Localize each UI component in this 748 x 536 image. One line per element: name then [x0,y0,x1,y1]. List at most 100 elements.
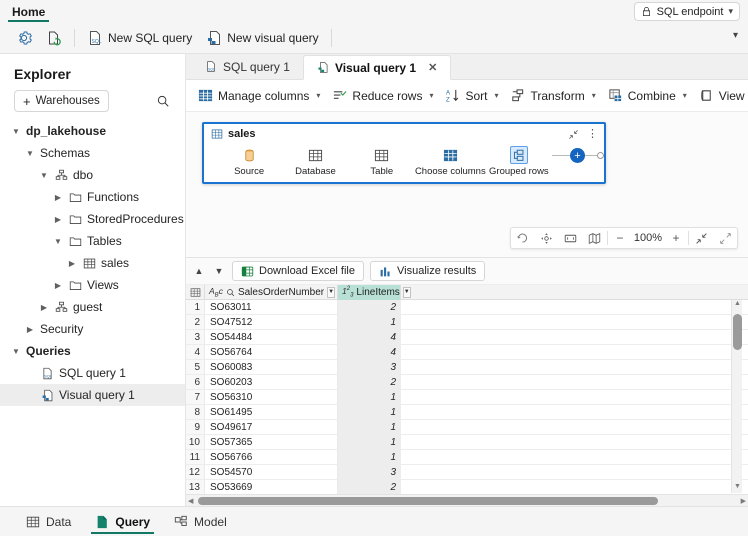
status-tab-data[interactable]: Data [22,508,75,536]
query-canvas[interactable]: sales ⋮ Source Database Table Choose col… [186,112,748,257]
add-warehouses-button[interactable]: + Warehouses [14,90,109,112]
query-step-choose-columns[interactable]: Choose columns [415,146,486,177]
chevron-down-icon[interactable]: ▼ [212,266,226,276]
cell-salesordernumber[interactable]: SO54570 [205,465,338,479]
chevron-right-icon[interactable]: ▶ [38,303,50,312]
table-row[interactable]: 10 SO57365 1 [186,435,748,450]
zoom-out-button[interactable]: − [608,228,632,248]
cell-salesordernumber[interactable]: SO54484 [205,330,338,344]
table-row[interactable]: 1 SO63011 2 [186,300,748,315]
table-row[interactable]: 6 SO60203 2 [186,375,748,390]
chevron-right-icon[interactable]: ▶ [52,193,64,202]
reduce-rows-button[interactable]: Reduce rows ▾ [326,83,439,109]
add-step-button[interactable]: + [570,148,586,163]
zoom-in-button[interactable]: + [664,228,688,248]
scroll-down-arrow-icon[interactable]: ▼ [733,483,742,493]
combine-button[interactable]: Combine ▾ [602,83,693,109]
column-filter-dropdown-salesordernumber[interactable]: ▼ [327,286,336,298]
status-tab-query[interactable]: Query [91,508,154,536]
settings-button[interactable] [9,25,39,51]
scroll-left-arrow-icon[interactable]: ◀ [188,497,193,505]
table-row[interactable]: 11 SO56766 1 [186,450,748,465]
cell-lineitems[interactable]: 1 [338,450,401,464]
tab-sql-query-1[interactable]: SQL SQL query 1 [192,54,303,79]
mini-map-icon[interactable] [583,228,607,248]
cell-salesordernumber[interactable]: SO47512 [205,315,338,329]
table-row[interactable]: 9 SO49617 1 [186,420,748,435]
tab-visual-query-1[interactable]: Visual query 1 ✕ [302,55,452,80]
query-step-database[interactable]: Database [282,146,348,177]
search-icon[interactable] [226,288,235,297]
cell-salesordernumber[interactable]: SO56764 [205,345,338,359]
chevron-right-icon[interactable]: ▶ [52,215,64,224]
new-visual-query-button[interactable]: New visual query [199,25,325,51]
tree-item-views[interactable]: ▶ Views [0,274,185,296]
collapse-icon[interactable] [568,129,579,140]
table-row[interactable]: 3 SO54484 4 [186,330,748,345]
pan-icon[interactable] [535,228,559,248]
cell-salesordernumber[interactable]: SO60083 [205,360,338,374]
tree-item-guest[interactable]: ▶ guest [0,296,185,318]
chevron-right-icon[interactable]: ▶ [52,281,64,290]
select-all-icon[interactable] [186,284,205,300]
chevron-right-icon[interactable]: ▶ [24,325,36,334]
cell-lineitems[interactable]: 3 [338,465,401,479]
horizontal-scroll-thumb[interactable] [198,497,658,506]
table-row[interactable]: 4 SO56764 4 [186,345,748,360]
column-filter-dropdown-lineitems[interactable]: ▼ [402,286,411,298]
cell-salesordernumber[interactable]: SO63011 [205,300,338,314]
cell-lineitems[interactable]: 4 [338,345,401,359]
chevron-right-icon[interactable]: ▶ [66,259,78,268]
cell-lineitems[interactable]: 1 [338,435,401,449]
query-step-card[interactable]: sales ⋮ Source Database Table Choose col… [202,122,606,184]
cell-lineitems[interactable]: 2 [338,480,401,494]
cell-lineitems[interactable]: 3 [338,360,401,374]
tree-item-dbo[interactable]: ▼ dbo [0,164,185,186]
table-row[interactable]: 8 SO61495 1 [186,405,748,420]
new-sql-query-button[interactable]: SQL New SQL query [80,25,199,51]
cell-lineitems[interactable]: 2 [338,300,401,314]
query-step-grouped-rows[interactable]: Grouped rows [486,146,552,177]
chevron-down-icon[interactable]: ▼ [10,347,22,356]
cell-salesordernumber[interactable]: SO49617 [205,420,338,434]
tree-item-dp-lakehouse[interactable]: ▼ dp_lakehouse [0,120,185,142]
chevron-down-icon[interactable]: ▼ [38,171,50,180]
cell-lineitems[interactable]: 4 [338,330,401,344]
cell-lineitems[interactable]: 1 [338,420,401,434]
tree-item-storedprocedures[interactable]: ▶ StoredProcedures [0,208,185,230]
fit-to-screen-icon[interactable] [559,228,583,248]
column-header-salesordernumber[interactable]: ABc SalesOrderNumber ▼ [205,284,338,300]
cell-lineitems[interactable]: 1 [338,405,401,419]
close-icon[interactable]: ✕ [428,61,437,74]
cell-salesordernumber[interactable]: SO53669 [205,480,338,494]
manage-columns-button[interactable]: Manage columns ▾ [192,83,326,109]
results-horizontal-scrollbar[interactable]: ◀ ▶ [186,494,748,506]
scroll-up-arrow-icon[interactable]: ▲ [733,300,742,310]
more-options-icon[interactable]: ⋮ [587,128,598,140]
tree-item-tables[interactable]: ▼ Tables [0,230,185,252]
sql-endpoint-button[interactable]: SQL endpoint ▾ [633,2,740,21]
tree-item-sales[interactable]: ▶ sales [0,252,185,274]
cell-salesordernumber[interactable]: SO60203 [205,375,338,389]
cell-salesordernumber[interactable]: SO57365 [205,435,338,449]
table-row[interactable]: 7 SO56310 1 [186,390,748,405]
expand-diagonal-icon[interactable] [713,228,737,248]
view-sql-button[interactable]: View SQL [693,83,748,109]
refresh-page-button[interactable] [39,25,69,51]
query-step-table[interactable]: Table [349,146,415,177]
table-row[interactable]: 12 SO54570 3 [186,465,748,480]
ribbon-collapse-chevron-icon[interactable]: ▾ [733,30,738,41]
chevron-down-icon[interactable]: ▼ [10,127,22,136]
undo-icon[interactable] [511,228,535,248]
cell-salesordernumber[interactable]: SO56766 [205,450,338,464]
query-step-source[interactable]: Source [216,146,282,177]
vertical-scroll-thumb[interactable] [733,314,742,350]
table-row[interactable]: 2 SO47512 1 [186,315,748,330]
table-row[interactable]: 5 SO60083 3 [186,360,748,375]
tree-item-functions[interactable]: ▶ Functions [0,186,185,208]
collapse-diagonal-icon[interactable] [689,228,713,248]
tree-item-security[interactable]: ▶ Security [0,318,185,340]
tree-item-schemas[interactable]: ▼ Schemas [0,142,185,164]
results-vertical-scrollbar[interactable]: ▲ ▼ [731,300,742,493]
scroll-right-arrow-icon[interactable]: ▶ [741,497,746,505]
